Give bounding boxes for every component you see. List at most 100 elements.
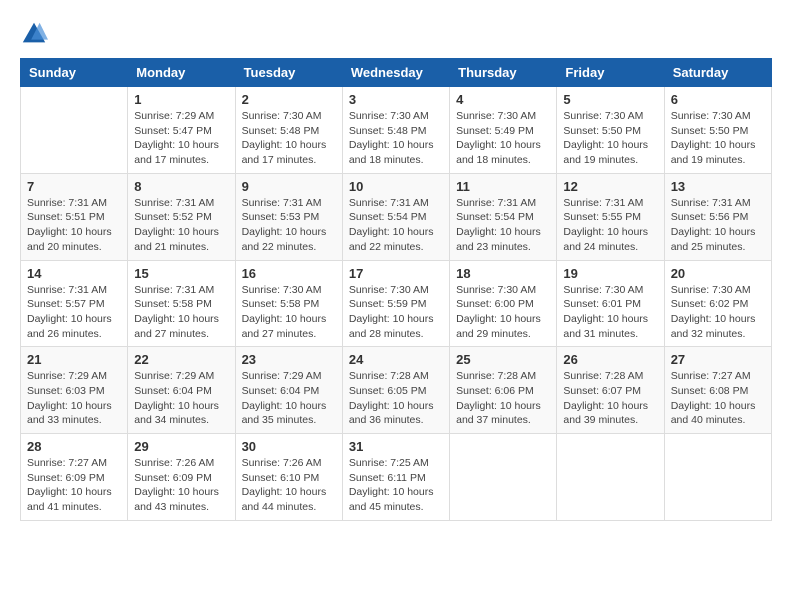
- day-number: 23: [242, 352, 336, 367]
- day-number: 12: [563, 179, 657, 194]
- table-row: 20 Sunrise: 7:30 AM Sunset: 6:02 PM Dayli…: [664, 260, 771, 347]
- day-number: 9: [242, 179, 336, 194]
- day-info: Sunrise: 7:30 AM Sunset: 5:50 PM Dayligh…: [563, 109, 657, 168]
- page-header: [20, 20, 772, 48]
- logo: [20, 20, 52, 48]
- table-row: 17Sunrise: 7:30 AM Sunset: 5:59 PM Dayli…: [342, 260, 449, 347]
- day-info: Sunrise: 7:29 AM Sunset: 6:03 PM Dayligh…: [27, 369, 121, 428]
- day-info: Sunrise: 7:30 AM Sunset: 5:50 PM Dayligh…: [671, 109, 765, 168]
- day-info: Sunrise: 7:31 AM Sunset: 5:57 PM Dayligh…: [27, 283, 121, 342]
- table-row: 30 Sunrise: 7:26 AM Sunset: 6:10 PM Dayli…: [235, 434, 342, 521]
- calendar-week-row: 21 Sunrise: 7:29 AM Sunset: 6:03 PM Dayli…: [21, 347, 772, 434]
- day-number: 19: [563, 266, 657, 281]
- day-number: 26: [563, 352, 657, 367]
- day-info: Sunrise: 7:30 AM Sunset: 6:02 PM Dayligh…: [671, 283, 765, 342]
- day-info: Sunrise: 7:30 AM Sunset: 5:49 PM Dayligh…: [456, 109, 550, 168]
- table-row: 22 Sunrise: 7:29 AM Sunset: 6:04 PM Dayli…: [128, 347, 235, 434]
- day-info: Sunrise: 7:31 AM Sunset: 5:56 PM Dayligh…: [671, 196, 765, 255]
- day-info: Sunrise: 7:30 AM Sunset: 5:58 PM Dayligh…: [242, 283, 336, 342]
- calendar-table: Sunday Monday Tuesday Wednesday Thursday…: [20, 58, 772, 521]
- col-saturday: Saturday: [664, 59, 771, 87]
- logo-icon: [20, 20, 48, 48]
- table-row: 25Sunrise: 7:28 AM Sunset: 6:06 PM Dayli…: [450, 347, 557, 434]
- day-number: 24: [349, 352, 443, 367]
- day-info: Sunrise: 7:30 AM Sunset: 6:01 PM Dayligh…: [563, 283, 657, 342]
- table-row: 28 Sunrise: 7:27 AM Sunset: 6:09 PM Dayli…: [21, 434, 128, 521]
- day-number: 28: [27, 439, 121, 454]
- day-info: Sunrise: 7:31 AM Sunset: 5:54 PM Dayligh…: [349, 196, 443, 255]
- day-number: 30: [242, 439, 336, 454]
- day-number: 16: [242, 266, 336, 281]
- table-row: 5 Sunrise: 7:30 AM Sunset: 5:50 PM Daylig…: [557, 87, 664, 174]
- table-row: [557, 434, 664, 521]
- day-info: Sunrise: 7:31 AM Sunset: 5:51 PM Dayligh…: [27, 196, 121, 255]
- day-number: 20: [671, 266, 765, 281]
- table-row: 23 Sunrise: 7:29 AM Sunset: 6:04 PM Dayli…: [235, 347, 342, 434]
- col-monday: Monday: [128, 59, 235, 87]
- day-info: Sunrise: 7:27 AM Sunset: 6:08 PM Dayligh…: [671, 369, 765, 428]
- day-number: 13: [671, 179, 765, 194]
- table-row: 6 Sunrise: 7:30 AM Sunset: 5:50 PM Daylig…: [664, 87, 771, 174]
- day-number: 14: [27, 266, 121, 281]
- day-number: 18: [456, 266, 550, 281]
- day-info: Sunrise: 7:29 AM Sunset: 5:47 PM Dayligh…: [134, 109, 228, 168]
- day-number: 8: [134, 179, 228, 194]
- day-info: Sunrise: 7:30 AM Sunset: 5:48 PM Dayligh…: [349, 109, 443, 168]
- table-row: 12Sunrise: 7:31 AM Sunset: 5:55 PM Dayli…: [557, 173, 664, 260]
- table-row: 13 Sunrise: 7:31 AM Sunset: 5:56 PM Dayli…: [664, 173, 771, 260]
- table-row: 15 Sunrise: 7:31 AM Sunset: 5:58 PM Dayli…: [128, 260, 235, 347]
- day-info: Sunrise: 7:29 AM Sunset: 6:04 PM Dayligh…: [134, 369, 228, 428]
- day-info: Sunrise: 7:25 AM Sunset: 6:11 PM Dayligh…: [349, 456, 443, 515]
- day-info: Sunrise: 7:31 AM Sunset: 5:53 PM Dayligh…: [242, 196, 336, 255]
- table-row: 8 Sunrise: 7:31 AM Sunset: 5:52 PM Daylig…: [128, 173, 235, 260]
- day-info: Sunrise: 7:31 AM Sunset: 5:58 PM Dayligh…: [134, 283, 228, 342]
- day-info: Sunrise: 7:30 AM Sunset: 5:48 PM Dayligh…: [242, 109, 336, 168]
- table-row: 14 Sunrise: 7:31 AM Sunset: 5:57 PM Dayli…: [21, 260, 128, 347]
- day-info: Sunrise: 7:26 AM Sunset: 6:09 PM Dayligh…: [134, 456, 228, 515]
- table-row: 2 Sunrise: 7:30 AM Sunset: 5:48 PM Daylig…: [235, 87, 342, 174]
- col-sunday: Sunday: [21, 59, 128, 87]
- calendar-header-row: Sunday Monday Tuesday Wednesday Thursday…: [21, 59, 772, 87]
- table-row: 9 Sunrise: 7:31 AM Sunset: 5:53 PM Daylig…: [235, 173, 342, 260]
- table-row: 27 Sunrise: 7:27 AM Sunset: 6:08 PM Dayli…: [664, 347, 771, 434]
- calendar-week-row: 28 Sunrise: 7:27 AM Sunset: 6:09 PM Dayli…: [21, 434, 772, 521]
- day-number: 3: [349, 92, 443, 107]
- day-number: 5: [563, 92, 657, 107]
- col-wednesday: Wednesday: [342, 59, 449, 87]
- day-info: Sunrise: 7:27 AM Sunset: 6:09 PM Dayligh…: [27, 456, 121, 515]
- day-number: 15: [134, 266, 228, 281]
- day-number: 6: [671, 92, 765, 107]
- day-number: 21: [27, 352, 121, 367]
- table-row: 1Sunrise: 7:29 AM Sunset: 5:47 PM Daylig…: [128, 87, 235, 174]
- table-row: 29Sunrise: 7:26 AM Sunset: 6:09 PM Dayli…: [128, 434, 235, 521]
- day-info: Sunrise: 7:29 AM Sunset: 6:04 PM Dayligh…: [242, 369, 336, 428]
- calendar-week-row: 7 Sunrise: 7:31 AM Sunset: 5:51 PM Daylig…: [21, 173, 772, 260]
- table-row: 31Sunrise: 7:25 AM Sunset: 6:11 PM Dayli…: [342, 434, 449, 521]
- day-number: 22: [134, 352, 228, 367]
- day-number: 27: [671, 352, 765, 367]
- day-info: Sunrise: 7:28 AM Sunset: 6:05 PM Dayligh…: [349, 369, 443, 428]
- table-row: 10 Sunrise: 7:31 AM Sunset: 5:54 PM Dayli…: [342, 173, 449, 260]
- day-info: Sunrise: 7:31 AM Sunset: 5:54 PM Dayligh…: [456, 196, 550, 255]
- day-info: Sunrise: 7:30 AM Sunset: 5:59 PM Dayligh…: [349, 283, 443, 342]
- day-number: 25: [456, 352, 550, 367]
- day-info: Sunrise: 7:26 AM Sunset: 6:10 PM Dayligh…: [242, 456, 336, 515]
- table-row: 19 Sunrise: 7:30 AM Sunset: 6:01 PM Dayli…: [557, 260, 664, 347]
- col-tuesday: Tuesday: [235, 59, 342, 87]
- table-row: 26 Sunrise: 7:28 AM Sunset: 6:07 PM Dayli…: [557, 347, 664, 434]
- day-number: 10: [349, 179, 443, 194]
- col-friday: Friday: [557, 59, 664, 87]
- day-number: 7: [27, 179, 121, 194]
- day-number: 4: [456, 92, 550, 107]
- day-info: Sunrise: 7:28 AM Sunset: 6:07 PM Dayligh…: [563, 369, 657, 428]
- day-info: Sunrise: 7:30 AM Sunset: 6:00 PM Dayligh…: [456, 283, 550, 342]
- table-row: 11 Sunrise: 7:31 AM Sunset: 5:54 PM Dayli…: [450, 173, 557, 260]
- day-info: Sunrise: 7:31 AM Sunset: 5:52 PM Dayligh…: [134, 196, 228, 255]
- table-row: 7 Sunrise: 7:31 AM Sunset: 5:51 PM Daylig…: [21, 173, 128, 260]
- table-row: [664, 434, 771, 521]
- calendar-week-row: 1Sunrise: 7:29 AM Sunset: 5:47 PM Daylig…: [21, 87, 772, 174]
- day-number: 11: [456, 179, 550, 194]
- table-row: 21 Sunrise: 7:29 AM Sunset: 6:03 PM Dayli…: [21, 347, 128, 434]
- table-row: 18 Sunrise: 7:30 AM Sunset: 6:00 PM Dayli…: [450, 260, 557, 347]
- day-number: 2: [242, 92, 336, 107]
